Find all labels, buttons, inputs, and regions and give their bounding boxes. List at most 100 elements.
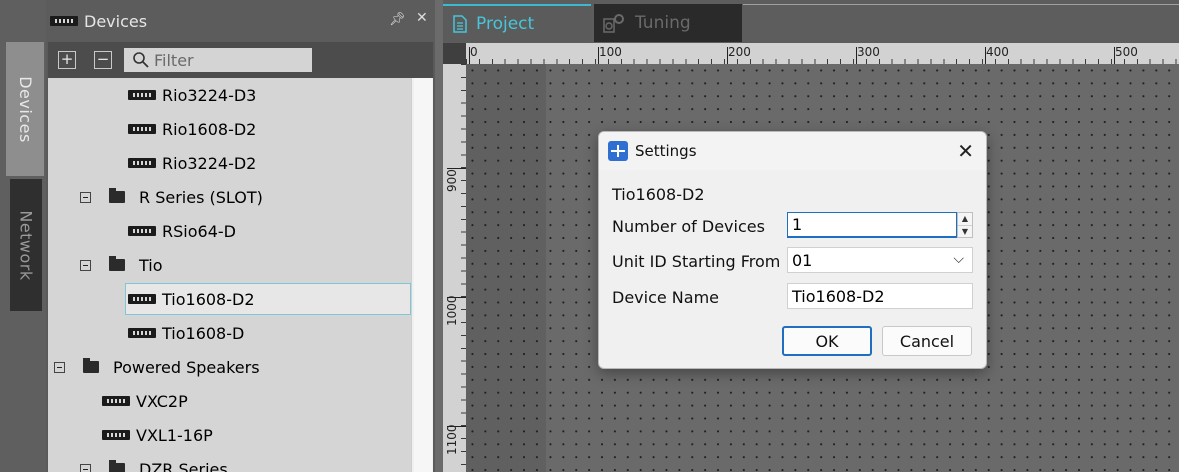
tuning-icon [603,14,624,33]
side-tab-strip: Devices Network [0,0,46,472]
collapse-icon[interactable] [80,259,91,271]
device-name-label: Device Name [612,288,720,307]
ruler-label: 400 [986,45,1009,59]
unit-id-value: 01 [792,250,813,270]
device-tree: Rio3224-D3 Rio1608-D2 Rio3224-D2 R Series (… [48,78,411,472]
ruler-label: 500 [1115,45,1138,59]
device-name-input[interactable]: Tio1608-D2 [787,283,973,309]
device-icon [102,430,130,440]
tab-strip-line [743,4,1179,5]
tree-item-label: VXL1-16P [136,425,213,445]
cancel-button[interactable]: Cancel [882,326,972,356]
side-tab-devices[interactable]: Devices [6,42,44,176]
tree-folder[interactable]: DZR Series [80,453,228,472]
close-icon[interactable]: ✕ [957,139,974,163]
tree-item-label: Tio1608-D [162,323,245,343]
device-icon [128,90,156,100]
collapse-icon[interactable] [54,361,65,373]
collapse-icon[interactable] [80,463,91,472]
tree-item-label: Rio3224-D2 [162,153,257,173]
unit-id-select[interactable]: 01 ⌵ [787,247,973,273]
tree-folder[interactable]: Powered Speakers [54,351,260,383]
device-model-label: Tio1608-D2 [612,185,705,204]
device-icon [50,16,78,26]
tree-device-item[interactable]: Tio1608-D2 [125,283,411,315]
tree-item-label: Tio1608-D2 [162,289,255,309]
panel-splitter[interactable] [435,0,443,472]
ruler-label: 1100 [445,424,459,455]
tree-scrollbar[interactable] [411,78,433,472]
settings-dialog: Settings ✕ Tio1608-D2 Number of Devices … [598,131,987,369]
side-tab-devices-label: Devices [15,75,35,143]
tree-device-item[interactable]: Rio1608-D2 [128,113,256,145]
tab-tuning-label: Tuning [635,13,691,33]
tab-project[interactable]: Project [443,4,591,42]
device-icon [102,396,130,406]
ruler-label: 200 [728,45,751,59]
tab-tuning[interactable]: Tuning [594,4,742,42]
dialog-title: Settings [635,142,697,160]
project-icon [453,15,467,33]
vertical-ruler: 900 1000 1100 [443,64,466,472]
tree-device-item[interactable]: Rio3224-D2 [128,147,256,179]
collapse-all-button[interactable]: − [94,51,112,69]
devices-panel-title: Devices [84,11,148,31]
device-name-value: Tio1608-D2 [792,286,885,306]
tree-device-item[interactable]: Rio3224-D3 [128,79,256,111]
tree-device-item[interactable]: VXC2P [102,385,188,417]
ruler-label: 1000 [445,295,459,326]
expand-all-button[interactable]: + [58,51,76,69]
filter-input[interactable] [154,50,304,70]
tree-item-label: DZR Series [139,459,228,472]
tree-device-item[interactable]: Tio1608-D [128,317,244,349]
tree-folder[interactable]: Tio [80,249,163,281]
tab-project-label: Project [476,14,535,34]
pin-icon[interactable]: 📌︎ [389,12,406,27]
devices-toolbar: + − [48,42,433,78]
folder-icon [109,188,125,203]
horizontal-ruler: 0 100 200 300 400 500 [466,43,1179,64]
filter-box [124,48,312,72]
devices-panel: Devices 📌︎ ✕ + − Rio3224-D3Rio1608-D2Rio… [46,0,435,472]
number-of-devices-input[interactable]: 1 [787,212,957,238]
tree-device-item[interactable]: RSio64-D [128,215,236,247]
document-tab-strip: Project Tuning [443,0,1179,43]
number-of-devices-label: Number of Devices [612,217,765,236]
dialog-title-bar: Settings ✕ [599,132,986,170]
number-of-devices-value: 1 [792,215,803,234]
collapse-icon[interactable] [80,191,91,203]
unit-id-label: Unit ID Starting From [612,252,781,271]
chevron-down-icon: ⌵ [953,251,964,267]
tree-scrollbar-thumb[interactable] [414,78,432,472]
device-icon [128,124,156,134]
close-icon[interactable]: ✕ [416,10,428,26]
ruler-label: 100 [599,45,622,59]
device-icon [128,158,156,168]
stepper-up-icon[interactable]: ▲ [958,213,972,225]
tree-item-label: R Series (SLOT) [139,187,263,207]
number-of-devices-stepper[interactable]: ▲ ▼ [957,212,973,238]
device-icon [128,294,156,304]
folder-icon [109,256,125,271]
ruler-label: 900 [445,169,459,192]
side-tab-network[interactable]: Network [10,179,42,311]
search-icon [133,52,149,68]
device-icon [128,226,156,236]
tree-device-item[interactable]: VXL1-16P [102,419,213,451]
ruler-label: 0 [470,45,478,59]
settings-app-icon [608,141,628,161]
folder-icon [109,460,125,472]
tree-item-label: RSio64-D [162,221,236,241]
tree-item-label: Rio3224-D3 [162,85,257,105]
ruler-label: 300 [857,45,880,59]
tree-item-label: Tio [139,255,163,275]
ok-button[interactable]: OK [782,326,872,356]
tree-folder[interactable]: R Series (SLOT) [80,181,263,213]
side-tab-network-label: Network [16,209,36,281]
folder-icon [83,358,99,373]
stepper-down-icon[interactable]: ▼ [958,225,972,237]
tree-item-label: VXC2P [136,391,188,411]
tree-item-label: Rio1608-D2 [162,119,257,139]
devices-panel-header: Devices 📌︎ ✕ [46,0,435,42]
tree-item-label: Powered Speakers [113,357,260,377]
